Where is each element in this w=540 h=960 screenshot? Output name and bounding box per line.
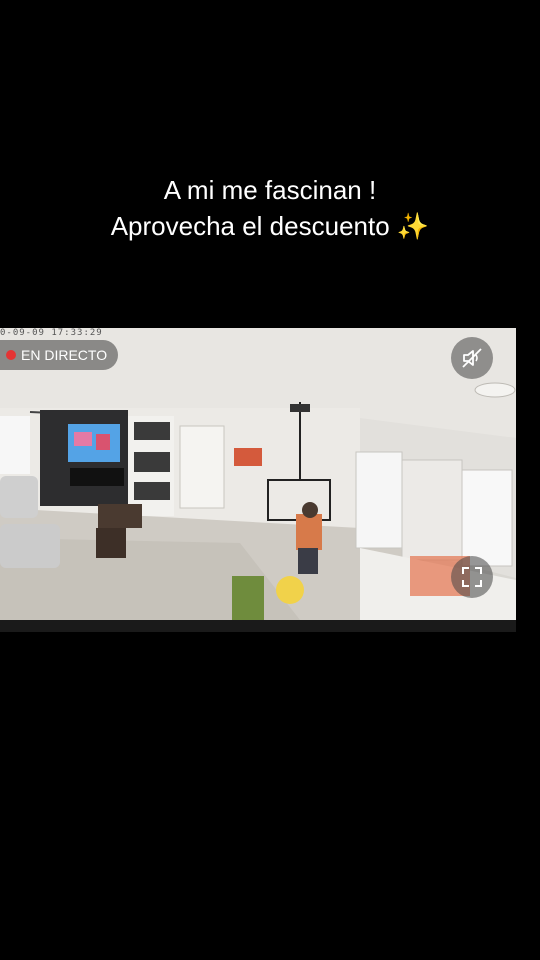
- caption-text: Aprovecha el descuento: [110, 211, 390, 241]
- mute-button[interactable]: [451, 337, 493, 379]
- sparkles-emoji: ✨: [396, 211, 430, 241]
- fullscreen-button[interactable]: [451, 556, 493, 598]
- caption-line-2: Aprovecha el descuento ✨: [0, 208, 540, 244]
- live-badge: EN DIRECTO: [0, 340, 118, 370]
- live-label: EN DIRECTO: [21, 347, 108, 363]
- player-bottom-bar: [0, 620, 516, 632]
- caption-line-1: A mi me fascinan !: [163, 175, 377, 205]
- camera-scene: [0, 328, 516, 620]
- camera-feed[interactable]: 0-09-09 17:33:29 EN DIRECTO: [0, 328, 516, 632]
- speaker-muted-icon: [462, 348, 482, 368]
- live-indicator-icon: [6, 350, 16, 360]
- video-caption: A mi me fascinan ! Aprovecha el descuent…: [0, 172, 540, 244]
- fullscreen-icon: [462, 567, 482, 587]
- camera-timestamp: 0-09-09 17:33:29: [0, 328, 103, 338]
